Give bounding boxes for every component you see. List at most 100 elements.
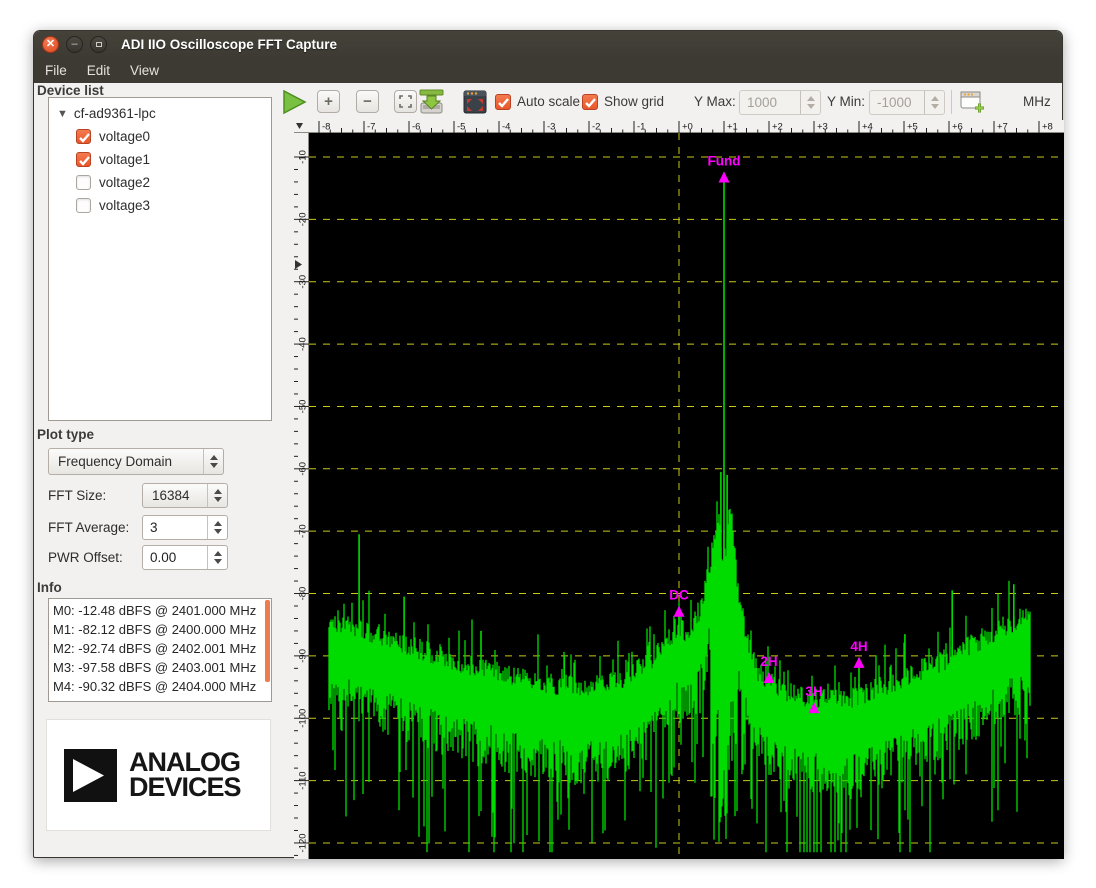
y-max-spinner: 1000 <box>739 90 821 115</box>
svg-text:-1: -1 <box>637 122 645 133</box>
zoom-fit-button[interactable] <box>394 90 417 113</box>
svg-text:-7: -7 <box>367 122 375 133</box>
adi-triangle-icon <box>64 749 117 802</box>
scrollbar[interactable] <box>265 600 270 682</box>
fft-average-label: FFT Average: <box>48 520 129 535</box>
marker-info-box[interactable]: M0: -12.48 dBFS @ 2401.000 MHzM1: -82.12… <box>48 598 272 702</box>
svg-text:+0: +0 <box>682 122 693 133</box>
plot-toolbar: + − <box>279 83 1064 121</box>
svg-text:-120: -120 <box>298 833 309 852</box>
svg-text:-80: -80 <box>298 587 309 601</box>
marker-info-line: M1: -82.12 dBFS @ 2400.000 MHz <box>49 620 271 639</box>
close-icon[interactable]: ✕ <box>42 36 59 53</box>
y-max-label: Y Max: <box>694 90 736 114</box>
svg-text:-3: -3 <box>547 122 555 133</box>
capture-play-button[interactable] <box>281 89 307 115</box>
new-plot-button[interactable] <box>960 90 985 114</box>
marker-label-4H: 4H <box>850 639 867 654</box>
svg-text:-20: -20 <box>298 212 309 226</box>
minimize-icon[interactable]: – <box>66 36 83 53</box>
checkbox-checked-icon[interactable] <box>76 129 91 144</box>
device-list[interactable]: ▼ cf-ad9361-lpc voltage0 voltage1 voltage2… <box>48 97 272 421</box>
spin-arrows-icon[interactable] <box>207 546 227 569</box>
marker-label-3H: 3H <box>805 684 822 699</box>
y-min-label: Y Min: <box>827 90 865 114</box>
fullscreen-button[interactable] <box>463 90 487 114</box>
marker-info-line: M4: -90.32 dBFS @ 2404.000 MHz <box>49 677 271 696</box>
info-label: Info <box>37 580 62 595</box>
checkbox-unchecked-icon[interactable] <box>76 175 91 190</box>
auto-scale-checkbox[interactable]: Auto scale <box>495 90 580 114</box>
device-list-label: Device list <box>37 83 104 98</box>
device-name: cf-ad9361-lpc <box>74 106 156 121</box>
marker-label-DC: DC <box>669 588 689 603</box>
pwr-offset-label: PWR Offset: <box>48 550 123 565</box>
vertical-ruler: -10-20-30-40-50-60-70-80-90-100-110-120 <box>294 133 309 859</box>
expander-icon[interactable]: ▼ <box>57 108 68 120</box>
fft-size-value: 16384 <box>143 488 207 503</box>
svg-text:-50: -50 <box>298 400 309 414</box>
y-max-value: 1000 <box>740 95 800 110</box>
menu-edit[interactable]: Edit <box>78 60 119 81</box>
logo-line2: DEVICES <box>129 775 241 800</box>
window-buttons: ✕ – <box>42 36 107 53</box>
pwr-offset-value: 0.00 <box>143 550 207 565</box>
combo-arrows-icon[interactable] <box>203 449 223 474</box>
horizontal-ruler: -8-7-6-5-4-3-2-1+0+1+2+3+4+5+6+7+8 <box>294 120 1064 133</box>
marker-info-line: M3: -97.58 dBFS @ 2403.001 MHz <box>49 658 271 677</box>
svg-text:+4: +4 <box>862 122 873 133</box>
svg-text:+2: +2 <box>772 122 783 133</box>
unit-label: MHz <box>1023 90 1051 114</box>
svg-text:-10: -10 <box>298 150 309 164</box>
marker-info-line: M0: -12.48 dBFS @ 2401.000 MHz <box>49 601 271 620</box>
y-min-spinner: -1000 <box>869 90 945 115</box>
analog-devices-logo: ANALOG DEVICES <box>46 719 271 831</box>
checkbox-checked-icon <box>495 94 511 110</box>
fft-size-select[interactable]: 16384 <box>142 483 228 508</box>
channel-label: voltage3 <box>99 198 150 213</box>
svg-text:-100: -100 <box>298 709 309 728</box>
fft-average-spinner[interactable]: 3 <box>142 515 228 540</box>
checkbox-checked-icon <box>582 94 598 110</box>
spin-arrows-icon <box>800 91 820 114</box>
svg-text:-60: -60 <box>298 462 309 476</box>
marker-label-Fund: Fund <box>708 153 741 168</box>
spin-arrows-icon <box>924 91 944 114</box>
titlebar[interactable]: ✕ – ADI IIO Oscilloscope FFT Capture <box>34 31 1062 58</box>
fft-size-label: FFT Size: <box>48 488 106 503</box>
checkbox-checked-icon[interactable] <box>76 152 91 167</box>
channel-label: voltage0 <box>99 129 150 144</box>
checkbox-unchecked-icon[interactable] <box>76 198 91 213</box>
channel-row-voltage2[interactable]: voltage2 <box>49 171 271 194</box>
fft-plot-canvas[interactable]: FundDC2H3H4H <box>309 133 1064 859</box>
show-grid-checkbox[interactable]: Show grid <box>582 90 664 114</box>
auto-scale-label: Auto scale <box>517 90 580 114</box>
save-capture-button[interactable] <box>418 89 445 115</box>
device-tree-root[interactable]: ▼ cf-ad9361-lpc <box>49 102 271 125</box>
channel-label: voltage2 <box>99 175 150 190</box>
channel-row-voltage3[interactable]: voltage3 <box>49 194 271 217</box>
spin-arrows-icon[interactable] <box>207 516 227 539</box>
plot-type-value: Frequency Domain <box>49 454 203 469</box>
zoom-fit-icon <box>399 95 412 108</box>
menu-file[interactable]: File <box>36 60 76 81</box>
svg-text:-90: -90 <box>298 649 309 663</box>
combo-arrows-icon[interactable] <box>207 484 227 507</box>
pwr-offset-spinner[interactable]: 0.00 <box>142 545 228 570</box>
svg-text:+5: +5 <box>907 122 918 133</box>
svg-text:-6: -6 <box>412 122 420 133</box>
svg-text:-110: -110 <box>298 771 309 789</box>
menu-view[interactable]: View <box>121 60 168 81</box>
svg-text:-30: -30 <box>298 275 309 289</box>
maximize-icon[interactable] <box>90 36 107 53</box>
y-min-value: -1000 <box>870 95 924 110</box>
menubar: File Edit View <box>34 58 1062 83</box>
zoom-out-button[interactable]: − <box>356 90 379 113</box>
svg-text:+6: +6 <box>952 122 963 133</box>
channel-row-voltage1[interactable]: voltage1 <box>49 148 271 171</box>
svg-text:-4: -4 <box>502 122 510 133</box>
zoom-in-button[interactable]: + <box>317 90 340 113</box>
window-title: ADI IIO Oscilloscope FFT Capture <box>121 37 337 52</box>
channel-row-voltage0[interactable]: voltage0 <box>49 125 271 148</box>
plot-type-select[interactable]: Frequency Domain <box>48 448 224 475</box>
